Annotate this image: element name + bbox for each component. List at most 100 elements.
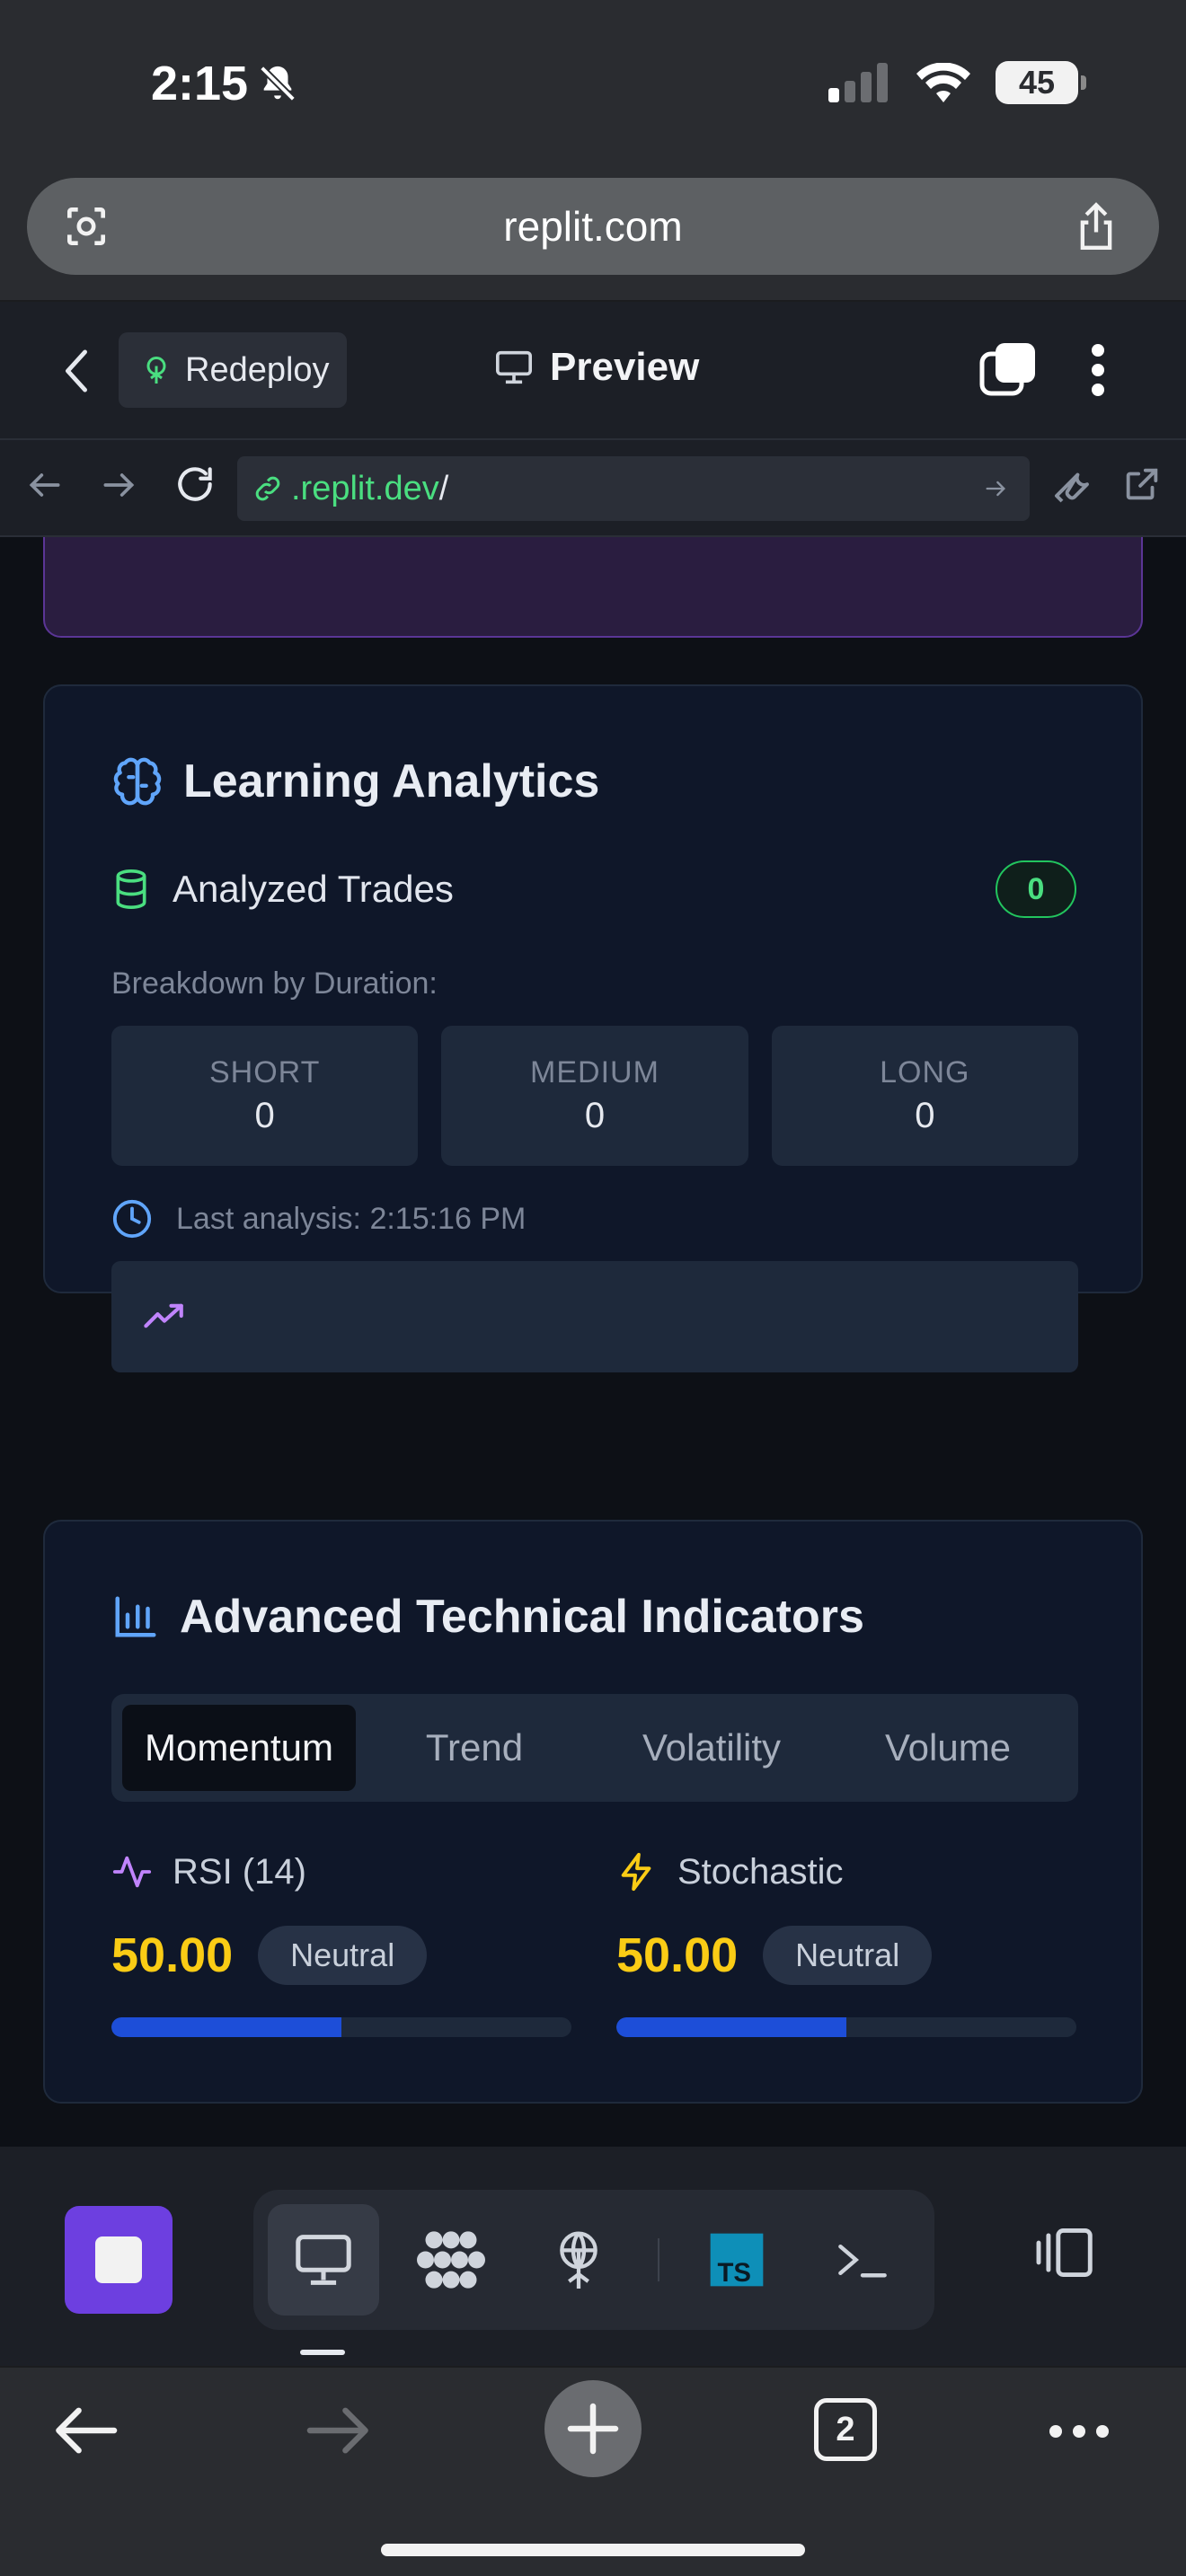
- monitor-icon: [494, 349, 534, 385]
- windows-icon[interactable]: [979, 341, 1037, 397]
- home-indicator: [381, 2544, 805, 2556]
- indicator-tabs: Momentum Trend Volatility Volume: [111, 1694, 1078, 1802]
- stop-icon: [95, 2236, 142, 2283]
- new-tab-button[interactable]: [544, 2380, 642, 2477]
- duration-label: MEDIUM: [530, 1055, 659, 1090]
- breakdown-label: Breakdown by Duration:: [111, 966, 438, 1001]
- indicator-value: 50.00: [111, 1928, 234, 1982]
- tool-shell[interactable]: [807, 2204, 918, 2316]
- tab-momentum[interactable]: Momentum: [122, 1705, 356, 1791]
- analyzed-trades-row: Analyzed Trades 0: [111, 860, 1076, 918]
- duration-value: 0: [254, 1096, 275, 1135]
- duration-value: 0: [584, 1096, 606, 1135]
- terminal-icon: [834, 2237, 891, 2282]
- go-arrow-icon[interactable]: [983, 476, 1008, 501]
- back-arrow-icon[interactable]: [52, 2404, 119, 2457]
- page-capture-icon[interactable]: [59, 201, 113, 251]
- more-horizontal-icon[interactable]: [1048, 2423, 1111, 2439]
- indicator-value: 50.00: [616, 1928, 739, 1982]
- indicator-progress-bar: [616, 2017, 1076, 2037]
- wifi-icon: [916, 63, 970, 102]
- indicator-value-row: 50.00 Neutral: [111, 1926, 571, 1985]
- duration-label: SHORT: [208, 1055, 321, 1090]
- chevron-left-icon[interactable]: [56, 345, 97, 397]
- arrow-left-icon[interactable]: [25, 465, 65, 505]
- bell-slash-icon: [257, 63, 298, 104]
- tab-volume[interactable]: Volume: [830, 1705, 1066, 1791]
- clock-icon: [111, 1198, 153, 1239]
- tool-typescript-file[interactable]: TS: [681, 2204, 792, 2316]
- forward-arrow-icon[interactable]: [305, 2404, 372, 2457]
- deploy-icon: [140, 354, 173, 386]
- indicator-rsi: RSI (14) 50.00 Neutral: [111, 1845, 571, 2037]
- card-title-learning-analytics: Learning Analytics: [111, 754, 599, 808]
- duration-long: LONG 0: [771, 1026, 1078, 1166]
- redeploy-button[interactable]: Redeploy: [119, 332, 347, 408]
- indicator-stochastic: Stochastic 50.00 Neutral: [616, 1845, 1076, 2037]
- duration-medium: MEDIUM 0: [441, 1026, 748, 1166]
- insight-box: [111, 1261, 1078, 1372]
- wrench-icon[interactable]: [1051, 463, 1094, 507]
- replit-header: Redeploy Preview: [0, 302, 1186, 440]
- arrow-right-icon[interactable]: [99, 465, 138, 505]
- duration-short: SHORT 0: [111, 1026, 419, 1166]
- status-indicators: 45: [828, 61, 1086, 104]
- preview-url-input[interactable]: .replit.dev /: [237, 456, 1030, 521]
- tabs-button[interactable]: 2: [814, 2398, 877, 2461]
- tab-volatility[interactable]: Volatility: [593, 1705, 830, 1791]
- preview-url-bar: .replit.dev /: [0, 440, 1186, 537]
- technical-indicators-card: Advanced Technical Indicators Momentum T…: [43, 1520, 1143, 2104]
- share-icon[interactable]: [1073, 199, 1120, 253]
- duration-label: LONG: [880, 1055, 970, 1090]
- external-link-icon[interactable]: [1121, 463, 1163, 505]
- zap-icon: [616, 1851, 658, 1892]
- stop-button[interactable]: [65, 2206, 173, 2314]
- indicator-progress-bar: [111, 2017, 571, 2037]
- status-badge: Neutral: [763, 1926, 933, 1985]
- agent-icon: [417, 2226, 485, 2294]
- indicator-value-row: 50.00 Neutral: [616, 1926, 1076, 1985]
- indicator-header: RSI (14): [111, 1845, 571, 1899]
- typescript-icon: TS: [708, 2231, 766, 2289]
- status-badge: Neutral: [258, 1926, 428, 1985]
- status-bar: 2:15 45: [0, 0, 1186, 171]
- tool-agent[interactable]: [395, 2204, 507, 2316]
- preview-page: Learning Analytics Analyzed Trades 0 Bre…: [0, 537, 1186, 2147]
- purple-card-partial: [43, 537, 1143, 638]
- duration-breakdown: SHORT 0 MEDIUM 0 LONG 0: [111, 1026, 1078, 1166]
- safari-bottom-bar: 2: [0, 2366, 1186, 2576]
- redeploy-label: Redeploy: [185, 350, 330, 389]
- preview-tab[interactable]: Preview: [494, 345, 699, 390]
- indicator-progress-fill: [111, 2017, 341, 2037]
- tab-trend[interactable]: Trend: [356, 1705, 593, 1791]
- more-vertical-icon[interactable]: [1091, 343, 1105, 397]
- toolbar-divider: [658, 2238, 659, 2281]
- database-icon: [111, 868, 151, 911]
- safari-address-bar[interactable]: replit.com: [27, 178, 1159, 275]
- tool-deployments[interactable]: [523, 2204, 634, 2316]
- trending-up-icon: [144, 1302, 185, 1329]
- reload-icon[interactable]: [173, 462, 217, 507]
- battery-indicator: 45: [996, 61, 1086, 104]
- technical-indicators-title: Advanced Technical Indicators: [180, 1591, 864, 1643]
- tabs-count: 2: [836, 2410, 855, 2448]
- cellular-signal-icon: [828, 63, 891, 102]
- indicator-name: Stochastic: [677, 1851, 844, 1892]
- analyzed-trades-count-badge: 0: [996, 860, 1076, 918]
- learning-analytics-title: Learning Analytics: [183, 755, 600, 807]
- link-icon: [252, 472, 284, 505]
- plus-icon: [566, 2402, 620, 2456]
- card-title-technical-indicators: Advanced Technical Indicators: [111, 1590, 864, 1644]
- analyzed-trades-label: Analyzed Trades: [173, 868, 454, 910]
- tool-preview[interactable]: [268, 2204, 379, 2316]
- preview-path: /: [438, 469, 449, 507]
- time-text: 2:15: [151, 57, 249, 110]
- indicator-progress-fill: [616, 2017, 846, 2037]
- active-tool-indicator: [300, 2350, 345, 2355]
- side-panel-icon[interactable]: [1033, 2226, 1098, 2280]
- duration-value: 0: [915, 1096, 935, 1135]
- activity-icon: [111, 1851, 153, 1892]
- address-text: replit.com: [503, 203, 683, 250]
- replit-bottom-toolbar: TS: [0, 2147, 1186, 2366]
- indicator-name: RSI (14): [173, 1851, 306, 1892]
